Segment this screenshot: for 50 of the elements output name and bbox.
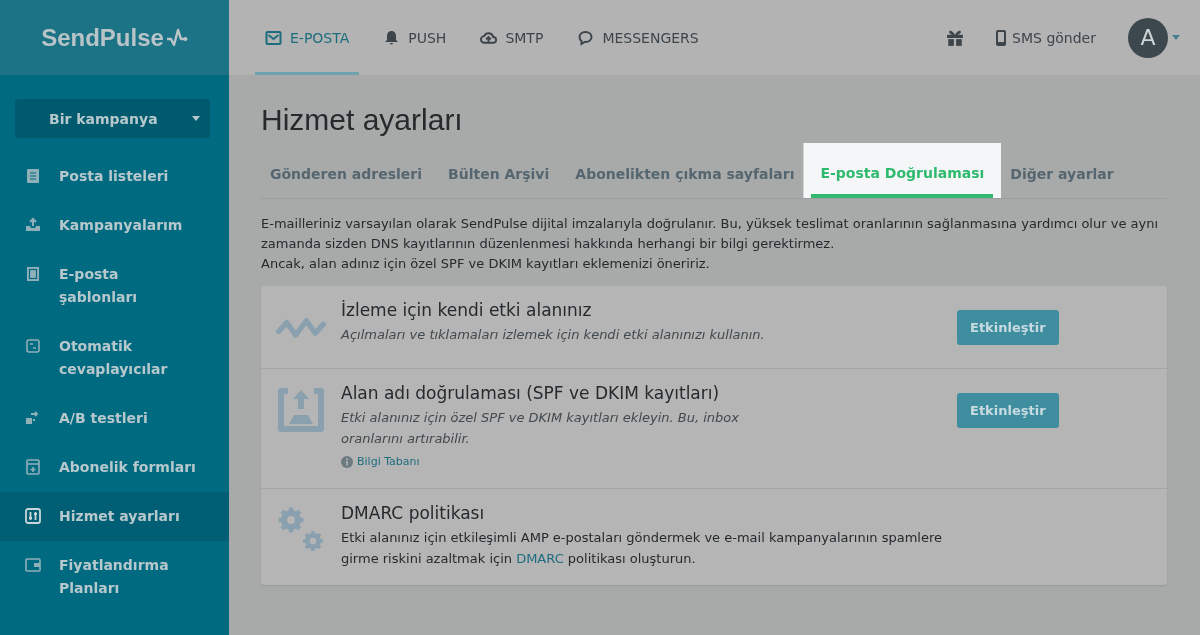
feature-description: Etki alanınız için özel SPF ve DKIM kayıtları ekleyin. Bu, inbox oranlarını artırabilir. <box>341 409 740 448</box>
sidebar-item[interactable]: Fiyatlandırma Planları <box>0 541 229 613</box>
envelope-icon <box>265 29 282 46</box>
campaign-button[interactable]: Bir kampanya <box>15 99 210 138</box>
avatar[interactable]: A <box>1128 17 1168 58</box>
feature-title: İzleme için kendi etki alanınız <box>341 300 593 320</box>
sidebar-item[interactable]: Hizmet ayarları <box>0 492 229 541</box>
caret-icon <box>192 116 200 121</box>
pulse-icon <box>165 27 188 48</box>
dmarc-link[interactable]: DMARC <box>516 550 564 566</box>
form-icon <box>25 459 41 475</box>
sidebar-item[interactable]: Kampanyalarım <box>0 201 229 250</box>
gift-icon[interactable] <box>946 28 965 47</box>
sidebar-item[interactable]: Posta listeleri <box>0 152 229 201</box>
tab[interactable]: Abonelikten çıkma sayfaları <box>566 151 804 198</box>
chat-icon <box>577 29 595 46</box>
sidebar-item[interactable]: Abonelik formları <box>0 443 229 492</box>
sliders-icon <box>25 508 41 524</box>
list-icon <box>25 168 41 184</box>
knowledge-base-link[interactable]: Bilgi Tabanı <box>341 455 420 468</box>
nav-tab[interactable]: PUSH <box>373 0 457 75</box>
page-title: Hizmet ayarları <box>261 103 464 137</box>
bell-icon <box>383 29 401 46</box>
tray-upload-icon <box>25 217 41 233</box>
feature-title: DMARC politikası <box>341 502 486 523</box>
intro-text: Ancak, alan adınız için özel SPF ve DKIM kayıtları eklemenizi öneririz. <box>261 255 711 273</box>
sidebar-item[interactable]: A/B testleri <box>0 394 229 443</box>
tab[interactable]: Diğer ayarlar <box>1001 151 1123 198</box>
enable-button[interactable]: Etkinleştir <box>957 393 1059 428</box>
info-icon <box>341 455 353 468</box>
swap-icon <box>25 410 41 426</box>
feature-description: Etki alanınız için etkileşimli AMP e-postaları göndermek ve e-mail kampanyalarının spamlere girme riskini azaltmak için DMARC politikası oluşturun. <box>341 528 943 568</box>
document-icon <box>25 266 41 282</box>
tab[interactable]: Bülten Arşivi <box>439 151 559 198</box>
upload-box-icon <box>276 385 326 435</box>
tab[interactable]: Gönderen adresleri <box>261 151 432 198</box>
flow-icon <box>25 338 41 354</box>
sms-button[interactable]: SMS gönder <box>990 28 1102 47</box>
wallet-icon <box>25 557 41 573</box>
sidebar-item[interactable]: E-posta şablonları <box>0 250 229 322</box>
nav-tab[interactable]: SMTP <box>470 0 554 75</box>
nav-tab[interactable]: MESSENGERS <box>567 0 709 75</box>
feature-title: Alan adı doğrulaması (SPF ve DKIM kayıtları) <box>341 383 721 403</box>
cloud-upload-icon <box>480 29 498 46</box>
sidebar-item[interactable]: Otomatik cevaplayıcılar <box>0 322 229 394</box>
enable-button[interactable]: Etkinleştir <box>957 310 1059 345</box>
logo: SendPulse <box>41 23 164 52</box>
phone-icon <box>996 29 1007 46</box>
feature-description: Açılmaları ve tıklamaları izlemek için kendi etki alanınızı kullanın. <box>341 326 766 344</box>
intro-text: E-mailleriniz varsayılan olarak SendPulse dijital imzalarıyla doğrulanır. Bu, yüksek teslimat oranlarının sağlanmasına yardımcı olur ve aynı zamanda sizden DNS kayıtlarının düzenlenmesi hakkında herhangi bir bilgi gerektirmez. <box>261 215 1160 253</box>
